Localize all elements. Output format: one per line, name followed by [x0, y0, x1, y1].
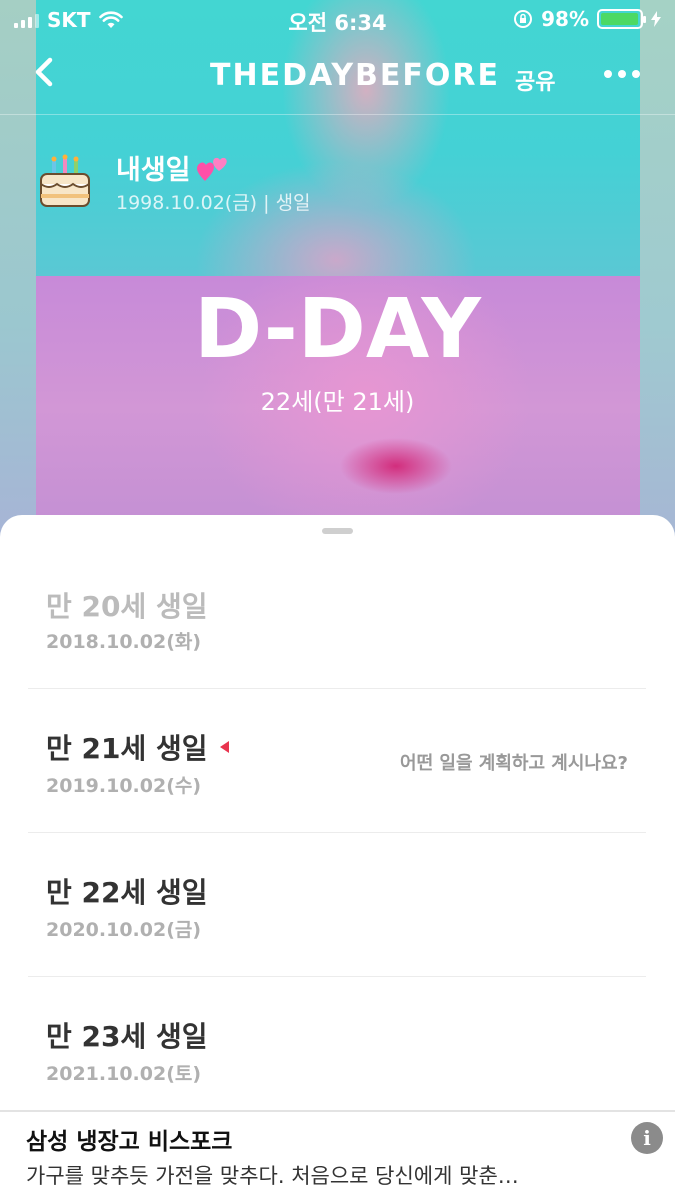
list-item-date: 2021.10.02(토) — [46, 1063, 202, 1085]
battery-icon — [597, 9, 646, 29]
sheet-grabber[interactable] — [322, 528, 353, 534]
share-button[interactable]: 공유 — [515, 64, 555, 96]
age-text: 22세(만 21세) — [260, 388, 415, 416]
list-item[interactable]: 만 21세 생일 어떤 일을 계획하고 계시나요? 2019.10.02(수) — [28, 689, 646, 833]
charging-icon — [651, 11, 661, 27]
list-item-title-text: 만 22세 생일 — [46, 876, 208, 909]
list-item-title: 만 20세 생일 — [46, 585, 208, 625]
battery-percent: 98% — [541, 7, 589, 31]
list-item-title-text: 만 21세 생일 — [46, 732, 208, 765]
nav-divider — [0, 114, 675, 115]
list-item-date: 2018.10.02(화) — [46, 631, 202, 653]
event-title: 내생일 — [116, 148, 231, 187]
status-bar: SKT 오전 6:34 98% — [0, 0, 675, 38]
event-subtitle: 1998.10.02(금) | 생일 — [116, 192, 311, 214]
list-item-title-text: 만 23세 생일 — [46, 1020, 208, 1053]
list-item-title: 만 23세 생일 — [46, 1015, 208, 1055]
bottom-sheet: 만 20세 생일 2018.10.02(화) 만 21세 생일 어떤 일을 계획… — [0, 515, 675, 1200]
list-item[interactable]: 만 23세 생일 2021.10.02(토) — [28, 977, 646, 1121]
event-header: 내생일 1998.10.02(금) | 생일 — [38, 148, 538, 218]
list-item-date: 2020.10.02(금) — [46, 919, 202, 941]
list-item[interactable]: 만 22세 생일 2020.10.02(금) — [28, 833, 646, 977]
cake-icon — [40, 154, 90, 207]
status-right: 98% — [513, 7, 661, 31]
info-icon[interactable]: i — [631, 1122, 663, 1154]
list-item-date: 2019.10.02(수) — [46, 775, 202, 797]
list-item-title: 만 21세 생일 — [46, 727, 229, 767]
heart-icon — [196, 157, 227, 181]
app-logo: THEDAYBEFORE — [210, 58, 500, 93]
list-item-title-text: 만 20세 생일 — [46, 590, 208, 623]
nav-bar: THEDAYBEFORE 공유 — [0, 40, 675, 114]
ad-description[interactable]: 가구를 맞추듯 가전을 맞추다. 처음으로 당신에게 맞춘… — [26, 1160, 626, 1190]
back-icon[interactable] — [28, 54, 64, 90]
current-marker-icon — [219, 741, 229, 753]
list-item-title: 만 22세 생일 — [46, 871, 208, 911]
more-icon[interactable] — [604, 70, 640, 78]
ad-title[interactable]: 삼성 냉장고 비스포크 — [26, 1122, 232, 1156]
dday-label: D-DAY — [194, 282, 481, 377]
plan-hint[interactable]: 어떤 일을 계획하고 계시나요? — [400, 749, 628, 775]
list-item[interactable]: 만 20세 생일 2018.10.02(화) — [28, 545, 646, 689]
event-title-text: 내생일 — [116, 155, 191, 186]
orientation-lock-icon — [514, 10, 533, 28]
ad-banner[interactable]: 삼성 냉장고 비스포크 가구를 맞추듯 가전을 맞추다. 처음으로 당신에게 맞… — [0, 1110, 675, 1200]
